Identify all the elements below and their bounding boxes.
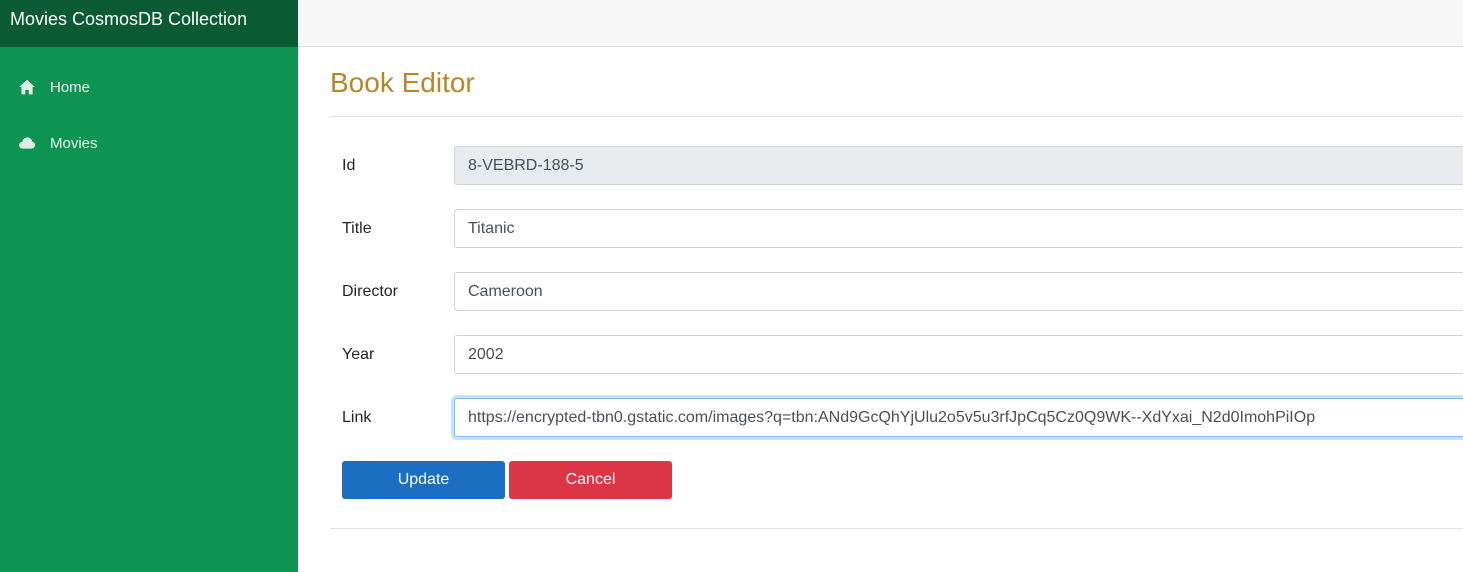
home-icon — [18, 78, 36, 96]
sidebar-item-movies[interactable]: Movies — [0, 115, 298, 171]
sidebar-item-label: Movies — [50, 134, 98, 152]
movie-edit-form: Id Title Director Year Link Update C — [330, 117, 1463, 499]
sidebar: Movies CosmosDB Collection Home Movies — [0, 0, 298, 572]
cancel-button[interactable]: Cancel — [509, 461, 672, 499]
top-bar — [298, 0, 1463, 47]
title-label: Title — [342, 219, 372, 237]
title-field[interactable] — [454, 209, 1463, 248]
sidebar-nav: Home Movies — [0, 47, 298, 171]
id-field[interactable] — [454, 146, 1463, 185]
update-button[interactable]: Update — [342, 461, 505, 499]
app-title[interactable]: Movies CosmosDB Collection — [0, 0, 298, 47]
form-row-director: Director — [330, 272, 1463, 311]
sidebar-item-home[interactable]: Home — [0, 59, 298, 115]
link-field[interactable] — [454, 398, 1463, 437]
link-label: Link — [342, 408, 372, 426]
director-field[interactable] — [454, 272, 1463, 311]
id-label: Id — [342, 156, 356, 174]
form-row-year: Year — [330, 335, 1463, 374]
form-row-title: Title — [330, 209, 1463, 248]
year-field[interactable] — [454, 335, 1463, 374]
cloud-icon — [18, 134, 36, 152]
director-label: Director — [342, 282, 399, 300]
form-row-id: Id — [330, 146, 1463, 185]
year-label: Year — [342, 345, 375, 363]
form-row-link: Link — [330, 398, 1463, 437]
page-title: Book Editor — [330, 67, 475, 98]
sidebar-item-label: Home — [50, 78, 91, 96]
divider — [330, 528, 1463, 529]
main-content: Book Editor Id Title Director Year Link — [330, 47, 1463, 529]
form-actions: Update Cancel — [330, 461, 1463, 499]
app-window: Movies CosmosDB Collection Home Movies B… — [0, 0, 1463, 572]
